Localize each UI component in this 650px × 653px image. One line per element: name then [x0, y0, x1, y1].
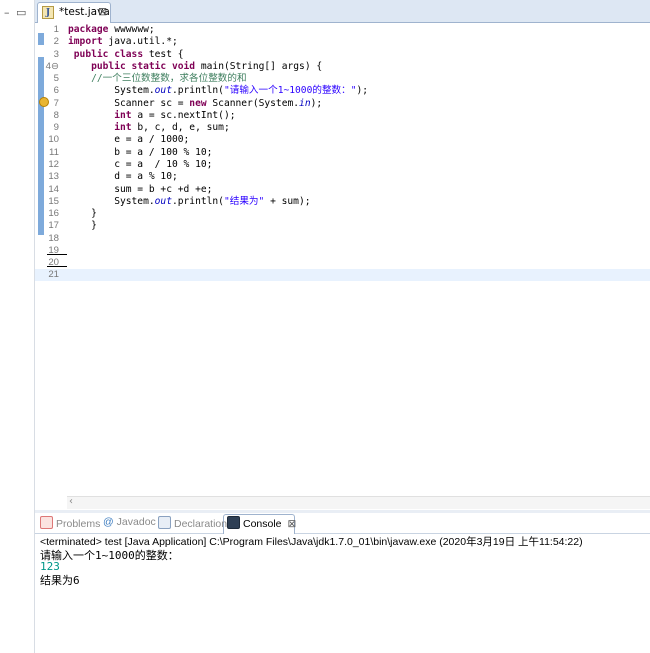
- code-line[interactable]: 13 d = a % 10;: [35, 171, 650, 183]
- code-text: public class test {: [73, 48, 184, 60]
- code-line[interactable]: 18: [35, 233, 650, 245]
- code-line[interactable]: 2 import java.util.*;: [35, 36, 650, 48]
- code-text: Scanner sc = new Scanner(System.in);: [68, 97, 323, 109]
- fold-divider: [47, 266, 67, 267]
- restore-icon[interactable]: ▭: [16, 6, 26, 19]
- line-number: 7: [53, 97, 59, 109]
- scroll-left-icon[interactable]: ‹: [69, 496, 73, 507]
- code-line[interactable]: 19: [35, 245, 650, 257]
- minimize-icon[interactable]: –: [4, 6, 10, 19]
- code-line[interactable]: 14 sum = b +c +d +e;: [35, 184, 650, 196]
- line-number: 9: [53, 122, 59, 134]
- tab-declaration[interactable]: Declaration: [158, 516, 227, 530]
- java-file-icon: J: [42, 6, 54, 19]
- tab-console[interactable]: Console ⊠: [227, 516, 296, 530]
- code-line[interactable]: 3 public class test {: [35, 49, 650, 61]
- line-number: 6: [53, 85, 59, 97]
- code-text: d = a % 10;: [68, 171, 178, 183]
- line-number: 11: [49, 146, 59, 158]
- code-line[interactable]: 17 }: [35, 220, 650, 232]
- line-number: 20: [48, 257, 59, 269]
- line-number: 12: [48, 158, 59, 170]
- tab-javadoc[interactable]: @ Javadoc: [103, 516, 156, 528]
- fold-divider: [47, 254, 67, 255]
- code-text: System.out.println("结果为" + sum);: [68, 195, 311, 207]
- console-result: 结果为6: [40, 574, 80, 587]
- code-text: e = a / 1000;: [68, 134, 190, 146]
- code-line[interactable]: 16 }: [35, 208, 650, 220]
- code-text: }: [68, 208, 97, 220]
- at-icon: @: [103, 516, 114, 528]
- code-line[interactable]: 12 c = a / 10 % 10;: [35, 159, 650, 171]
- console-prompt: 请输入一个1~1000的整数：: [40, 549, 179, 562]
- line-number: 4⊖: [45, 60, 59, 72]
- code-text: int b, c, d, e, sum;: [114, 122, 230, 134]
- line-number: 16: [48, 208, 59, 220]
- code-line[interactable]: 10 e = a / 1000;: [35, 134, 650, 146]
- code-text: public static void main(String[] args) {: [91, 60, 323, 72]
- line-number: 2: [53, 36, 59, 48]
- code-line[interactable]: 20: [35, 257, 650, 269]
- declaration-icon: [158, 516, 171, 529]
- code-text: b = a / 100 % 10;: [68, 146, 213, 158]
- left-panel-strip: – ▭: [0, 0, 35, 653]
- code-text: System.out.println("请输入一个1~1000的整数：");: [68, 85, 369, 97]
- code-line[interactable]: 7 Scanner sc = new Scanner(System.in);: [35, 98, 650, 110]
- close-icon[interactable]: ⊠: [98, 5, 107, 18]
- line-number: 5: [53, 73, 59, 85]
- editor-area: J *test.java ⊠ 1 package wwwwww; 2 import j…: [35, 0, 650, 510]
- line-number: 18: [48, 232, 59, 244]
- code-line[interactable]: 15 System.out.println("结果为" + sum);: [35, 196, 650, 208]
- code-line[interactable]: 5 //一个三位数整数，求各位整数的和: [35, 73, 650, 85]
- code-text: c = a / 10 % 10;: [68, 158, 213, 170]
- line-number: 1: [53, 24, 59, 35]
- code-text: }: [68, 220, 97, 232]
- code-text: int a = sc.nextInt();: [114, 109, 236, 121]
- code-text: //一个三位数整数，求各位整数的和: [91, 73, 247, 85]
- console-panel: Problems @ Javadoc Declaration Console ⊠ <…: [35, 513, 650, 653]
- code-line[interactable]: 21: [35, 269, 650, 282]
- line-number: 19: [48, 244, 59, 256]
- line-number: 13: [48, 171, 59, 183]
- line-number: 10: [48, 134, 59, 146]
- code-line[interactable]: 8 int a = sc.nextInt();: [35, 110, 650, 122]
- line-number: 21: [48, 269, 59, 281]
- code-text: import java.util.*;: [68, 36, 178, 48]
- line-number: 14: [48, 183, 59, 195]
- code-text: sum = b +c +d +e;: [68, 183, 213, 195]
- code-line[interactable]: 9 int b, c, d, e, sum;: [35, 122, 650, 134]
- close-icon[interactable]: ⊠: [288, 518, 297, 530]
- line-number: 15: [48, 195, 59, 207]
- problems-icon: [40, 516, 53, 529]
- view-tabbar: Problems @ Javadoc Declaration Console ⊠: [35, 513, 650, 534]
- code-text: package wwwwww;: [68, 24, 155, 35]
- console-icon: [227, 516, 240, 529]
- code-line[interactable]: 11 b = a / 100 % 10;: [35, 147, 650, 159]
- line-number: 3: [53, 48, 59, 60]
- tab-problems[interactable]: Problems: [40, 516, 100, 530]
- horizontal-scrollbar[interactable]: ‹: [67, 496, 650, 509]
- editor-tabbar: J *test.java ⊠: [35, 0, 650, 23]
- code-line[interactable]: 4⊖ public static void main(String[] args…: [35, 61, 650, 73]
- tab-test-java[interactable]: J *test.java ⊠: [37, 2, 111, 23]
- line-number: 8: [53, 109, 59, 121]
- line-number: 17: [48, 220, 59, 232]
- code-line[interactable]: 1 package wwwwww;: [35, 24, 650, 36]
- code-line[interactable]: 6 System.out.println("请输入一个1~1000的整数：");: [35, 85, 650, 97]
